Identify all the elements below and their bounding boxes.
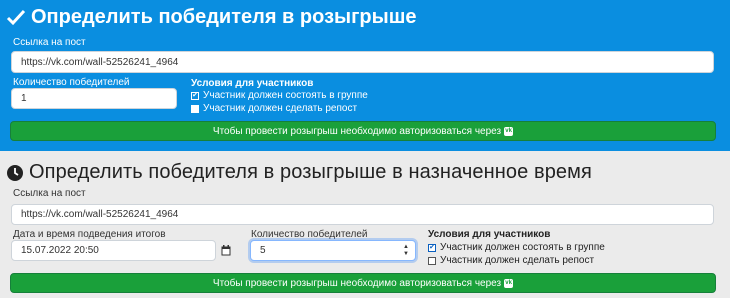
condition-label: Участник должен сделать репост bbox=[203, 103, 358, 114]
scheduled-draw-title: Определить победителя в розыгрыше в назн… bbox=[6, 161, 592, 184]
winners-count-input[interactable]: 1 bbox=[11, 88, 177, 109]
number-stepper-icon[interactable]: ▲ ▼ bbox=[402, 243, 410, 258]
checkmark-icon bbox=[6, 9, 26, 27]
conditions-title: Условия для участников bbox=[191, 78, 314, 89]
post-link-label: Ссылка на пост bbox=[13, 37, 86, 48]
winners-count-label: Количество победителей bbox=[251, 229, 368, 240]
winners-count-label: Количество победителей bbox=[13, 77, 130, 88]
date-time-value: 15.07.2022 20:50 bbox=[21, 245, 99, 256]
condition-label: Участник должен сделать репост bbox=[440, 255, 595, 266]
authorize-button-label: Чтобы провести розыгрыш необходимо автор… bbox=[212, 125, 502, 137]
condition-repost[interactable]: Участник должен сделать репост bbox=[428, 255, 594, 266]
authorize-button-label: Чтобы провести розыгрыш необходимо автор… bbox=[212, 277, 502, 289]
checkbox-unchecked-icon[interactable] bbox=[428, 256, 436, 265]
vk-icon: vk bbox=[504, 126, 514, 136]
checkbox-unchecked-icon[interactable] bbox=[191, 104, 199, 113]
condition-label: Участник должен состоять в группе bbox=[440, 242, 605, 253]
condition-label: Участник должен состоять в группе bbox=[203, 90, 368, 101]
winners-count-input[interactable]: 5 bbox=[250, 240, 416, 261]
condition-group-member[interactable]: ✔ Участник должен состоять в группе bbox=[428, 242, 605, 253]
post-link-input[interactable]: https://vk.com/wall-52526241_4964 bbox=[11, 204, 714, 225]
winners-count-value: 1 bbox=[21, 93, 27, 104]
authorize-button[interactable]: Чтобы провести розыгрыш необходимо автор… bbox=[10, 273, 716, 293]
condition-group-member[interactable]: ✔ Участник должен состоять в группе bbox=[191, 90, 368, 101]
authorize-button[interactable]: Чтобы провести розыгрыш необходимо автор… bbox=[10, 121, 716, 141]
checkbox-checked-icon[interactable]: ✔ bbox=[191, 91, 199, 100]
conditions-title: Условия для участников bbox=[428, 229, 551, 240]
draw-title: Определить победителя в розыгрыше bbox=[6, 6, 417, 29]
post-link-input[interactable]: https://vk.com/wall-52526241_4964 bbox=[11, 51, 714, 73]
calendar-icon[interactable] bbox=[219, 243, 233, 257]
clock-icon bbox=[6, 164, 24, 182]
checkbox-checked-icon[interactable]: ✔ bbox=[428, 243, 436, 252]
draw-panel: Определить победителя в розыгрыше Ссылка… bbox=[0, 0, 730, 151]
scheduled-draw-panel: Определить победителя в розыгрыше в назн… bbox=[0, 151, 730, 298]
post-link-value: https://vk.com/wall-52526241_4964 bbox=[21, 209, 179, 220]
date-time-label: Дата и время подведения итогов bbox=[13, 229, 166, 240]
post-link-label: Ссылка на пост bbox=[13, 188, 86, 199]
vk-icon: vk bbox=[504, 278, 514, 288]
post-link-value: https://vk.com/wall-52526241_4964 bbox=[21, 56, 179, 68]
condition-repost[interactable]: Участник должен сделать репост bbox=[191, 103, 357, 114]
winners-count-value: 5 bbox=[260, 245, 266, 256]
date-time-input[interactable]: 15.07.2022 20:50 bbox=[11, 240, 216, 261]
